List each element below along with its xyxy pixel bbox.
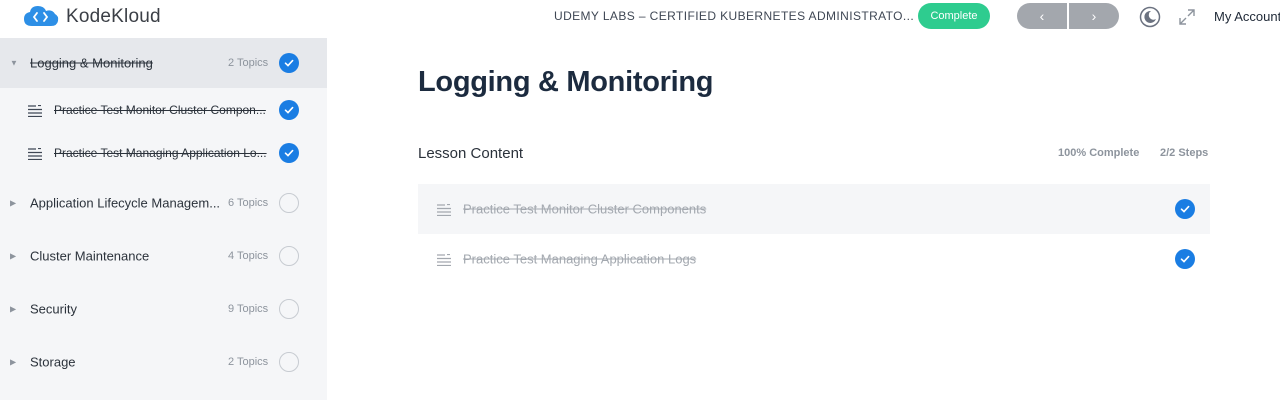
sidebar-section-security[interactable]: ▶ Security 9 Topics — [0, 284, 327, 334]
sidebar-lesson-item[interactable]: Practice Test Managing Application Lo... — [0, 131, 327, 174]
check-circle-icon — [279, 99, 299, 120]
page-title: Logging & Monitoring — [418, 66, 714, 98]
check-circle-icon — [1175, 199, 1195, 219]
lesson-navigation: ‹ › — [1017, 3, 1119, 29]
sidebar-section-logging-monitoring[interactable]: ▼ Logging & Monitoring 2 Topics — [0, 38, 327, 88]
mark-complete-button[interactable]: Complete — [918, 3, 990, 29]
sidebar-section-storage[interactable]: ▶ Storage 2 Topics — [0, 337, 327, 387]
section-title: Application Lifecycle Managem... — [30, 195, 221, 211]
next-lesson-button[interactable]: › — [1069, 3, 1119, 29]
moon-icon[interactable] — [1138, 5, 1162, 29]
empty-circle-icon — [279, 246, 299, 266]
previous-lesson-button[interactable]: ‹ — [1017, 3, 1067, 29]
lesson-lines-icon — [28, 147, 42, 160]
empty-circle-icon — [279, 299, 299, 319]
caret-right-icon: ▶ — [10, 198, 17, 208]
course-sidebar: ▼ Logging & Monitoring 2 Topics Practice… — [0, 38, 327, 400]
kodekloud-cloud-icon — [22, 4, 60, 30]
course-title: UDEMY LABS – CERTIFIED KUBERNETES ADMINI… — [554, 9, 915, 23]
caret-down-icon: ▼ — [10, 58, 18, 68]
caret-right-icon: ▶ — [10, 357, 17, 367]
top-header: KodeKloud UDEMY LABS – CERTIFIED KUBERNE… — [0, 0, 1280, 34]
sidebar-section-application-lifecycle[interactable]: ▶ Application Lifecycle Managem... 6 Top… — [0, 178, 327, 228]
expand-icon[interactable] — [1175, 5, 1199, 29]
steps-count: 2/2 Steps — [1160, 147, 1209, 159]
topic-count: 9 Topics — [228, 303, 269, 315]
sidebar-lesson-item[interactable]: Practice Test Monitor Cluster Compon... — [0, 88, 327, 131]
caret-right-icon: ▶ — [10, 251, 17, 261]
section-title: Storage — [30, 354, 76, 370]
lesson-lines-icon — [28, 104, 42, 117]
topic-count: 2 Topics — [228, 57, 269, 69]
empty-circle-icon — [279, 352, 299, 372]
section-title: Logging & Monitoring — [30, 55, 153, 71]
section-title: Cluster Maintenance — [30, 248, 150, 264]
check-circle-icon — [279, 53, 299, 73]
lesson-title: Practice Test Monitor Cluster Compon... — [54, 102, 266, 117]
brand-name: KodeKloud — [66, 6, 161, 27]
lesson-content-heading: Lesson Content — [418, 145, 524, 162]
check-circle-icon — [1175, 249, 1195, 269]
lesson-lines-icon — [437, 253, 451, 267]
my-account-link[interactable]: My Account — [1214, 9, 1280, 24]
check-circle-icon — [279, 142, 299, 163]
topic-count: 6 Topics — [228, 197, 269, 209]
brand-logo[interactable]: KodeKloud — [22, 4, 161, 30]
lesson-title: Practice Test Monitor Cluster Components — [463, 201, 707, 217]
lesson-list-item[interactable]: Practice Test Monitor Cluster Components — [418, 184, 1210, 234]
sidebar-section-cluster-maintenance[interactable]: ▶ Cluster Maintenance 4 Topics — [0, 231, 327, 281]
lesson-title: Practice Test Managing Application Lo... — [54, 145, 267, 160]
lesson-list-item[interactable]: Practice Test Managing Application Logs — [418, 234, 1210, 284]
topic-count: 4 Topics — [228, 250, 269, 262]
caret-right-icon: ▶ — [10, 304, 17, 314]
empty-circle-icon — [279, 193, 299, 213]
topic-count: 2 Topics — [228, 356, 269, 368]
lesson-lines-icon — [437, 203, 451, 217]
section-title: Security — [30, 301, 77, 317]
progress-percent: 100% Complete — [1058, 147, 1140, 159]
lesson-title: Practice Test Managing Application Logs — [463, 251, 697, 267]
